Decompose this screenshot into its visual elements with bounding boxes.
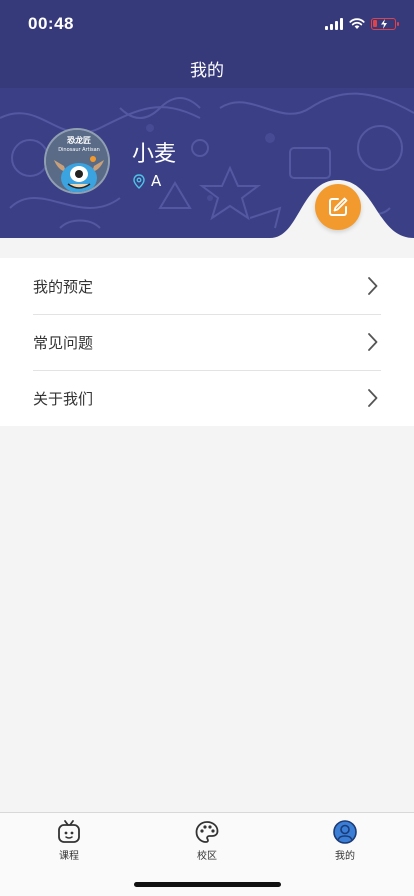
profile-banner: 恐龙匠 Dinosaur Artisan 小麦 A <box>0 88 414 238</box>
wifi-icon <box>349 18 365 29</box>
tab-mine[interactable]: 我的 <box>315 819 375 862</box>
avatar[interactable]: 恐龙匠 Dinosaur Artisan <box>44 128 110 194</box>
edit-icon <box>329 197 348 216</box>
tab-label: 校区 <box>197 851 217 862</box>
menu-item-faq[interactable]: 常见问题 <box>0 314 414 370</box>
battery-icon <box>371 18 399 30</box>
status-icons <box>325 16 399 32</box>
top-bar: 00:48 我的 <box>0 0 414 90</box>
location-row: A <box>133 172 161 190</box>
menu-item-label: 关于我们 <box>33 389 94 408</box>
menu-item-label: 常见问题 <box>33 333 94 352</box>
signal-icon <box>325 18 343 30</box>
status-time: 00:48 <box>28 14 74 33</box>
tab-courses[interactable]: 课程 <box>39 819 99 862</box>
tab-campus[interactable]: 校区 <box>177 819 237 862</box>
location-text: A <box>151 172 162 190</box>
palette-icon <box>195 821 219 843</box>
chevron-right-icon <box>368 389 378 407</box>
tab-label: 课程 <box>59 851 79 862</box>
menu-item-my-bookings[interactable]: 我的预定 <box>0 258 414 314</box>
user-icon <box>333 820 357 844</box>
location-pin-icon <box>133 173 145 189</box>
home-indicator[interactable] <box>134 882 281 887</box>
menu-item-label: 我的预定 <box>33 277 94 296</box>
menu-item-about-us[interactable]: 关于我们 <box>0 370 414 426</box>
chevron-right-icon <box>368 277 378 295</box>
status-bar: 00:48 <box>0 0 414 48</box>
chevron-right-icon <box>368 333 378 351</box>
edit-profile-button[interactable] <box>315 184 361 230</box>
user-name: 小麦 <box>132 142 177 167</box>
avatar-text-en: Dinosaur Artisan <box>58 147 100 153</box>
page-title: 我的 <box>190 61 224 81</box>
menu-list: 我的预定 常见问题 关于我们 <box>0 258 414 426</box>
avatar-text-cn: 恐龙匠 <box>67 135 91 145</box>
tv-icon <box>58 820 80 843</box>
tab-label: 我的 <box>335 851 355 862</box>
